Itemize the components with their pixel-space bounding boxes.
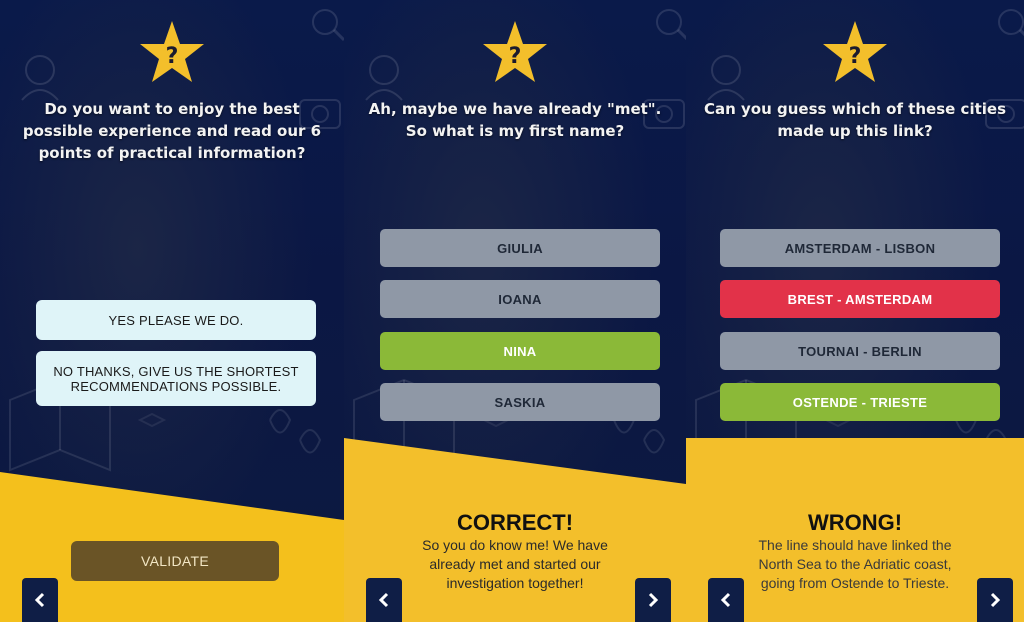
chevron-right-icon (990, 592, 1001, 608)
question-text: Ah, maybe we have already "met". So what… (368, 100, 662, 140)
answer-button[interactable]: GIULIA (380, 229, 660, 267)
answer-button[interactable]: AMSTERDAM - LISBON (720, 229, 1000, 267)
chevron-left-icon (720, 592, 731, 608)
question-star-icon: ? (139, 20, 205, 84)
answer-button[interactable]: IOANA (380, 280, 660, 318)
answer-button-correct[interactable]: OSTENDE - TRIESTE (720, 383, 1000, 421)
result-text: The line should have linked the North Se… (758, 537, 952, 591)
answer-button[interactable]: SASKIA (380, 383, 660, 421)
option-no-button[interactable]: NO THANKS, GIVE US THE SHORTEST RECOMMEN… (36, 351, 316, 406)
validate-button[interactable]: VALIDATE (71, 541, 279, 581)
svg-text:?: ? (509, 44, 522, 69)
result-title: CORRECT! (456, 510, 574, 535)
back-button[interactable] (22, 578, 58, 622)
back-button[interactable] (708, 578, 744, 622)
question-star-icon: ? (482, 20, 548, 84)
question-star-icon: ? (822, 20, 888, 84)
answer-button-wrong[interactable]: BREST - AMSTERDAM (720, 280, 1000, 318)
next-button[interactable] (635, 578, 671, 622)
panel-cities-link: ? Can you guess which of these cities ma… (686, 0, 1024, 622)
question-text: Do you want to enjoy the best possible e… (22, 100, 322, 162)
option-yes-button[interactable]: YES PLEASE WE DO. (36, 300, 316, 340)
chevron-right-icon (648, 592, 659, 608)
answer-button-correct[interactable]: NINA (380, 332, 660, 370)
answer-button[interactable]: TOURNAI - BERLIN (720, 332, 1000, 370)
result-text: So you do know me! We have already met a… (422, 537, 608, 591)
panel-first-name: ? Ah, maybe we have already "met". So wh… (344, 0, 686, 622)
next-button[interactable] (977, 578, 1013, 622)
chevron-left-icon (378, 592, 389, 608)
result-title: WRONG! (807, 510, 903, 535)
svg-text:?: ? (849, 44, 862, 69)
svg-text:?: ? (166, 44, 179, 69)
back-button[interactable] (366, 578, 402, 622)
panel-practical-info: ? Do you want to enjoy the best possible… (0, 0, 344, 622)
question-text: Can you guess which of these cities made… (704, 100, 1006, 140)
chevron-left-icon (34, 592, 45, 608)
